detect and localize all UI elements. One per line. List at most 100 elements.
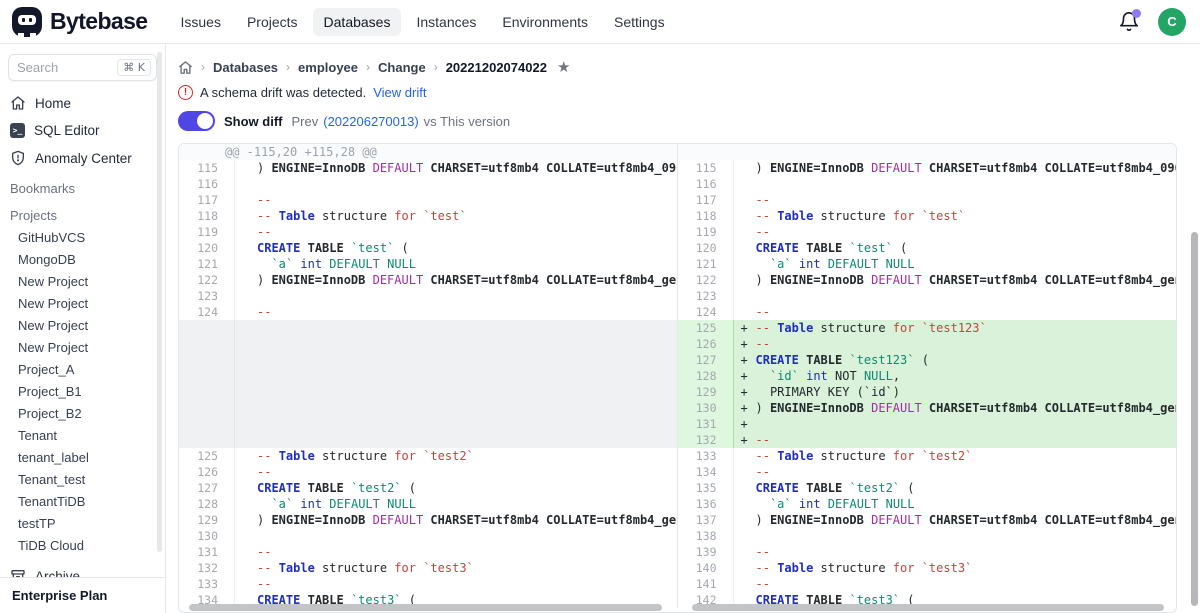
line-number: 121 [179,256,235,272]
search-input[interactable] [17,60,107,75]
top-nav-menu: IssuesProjectsDatabasesInstancesEnvironm… [169,8,675,36]
top-nav-item-issues[interactable]: Issues [169,8,231,36]
diff-line: 129) ENGINE=InnoDB DEFAULT CHARSET=utf8m… [179,512,677,528]
sidebar-item-label: Anomaly Center [35,151,132,166]
user-avatar[interactable]: C [1158,8,1186,36]
sidebar-project-item[interactable]: New Project [0,314,165,336]
sidebar-item-home[interactable]: Home [0,89,165,117]
top-nav-item-projects[interactable]: Projects [236,8,309,36]
sidebar-project-item[interactable]: testTP [0,512,165,534]
breadcrumb-item[interactable]: Change [378,60,426,75]
view-drift-link[interactable]: View drift [373,85,426,100]
sidebar-scroll-area: Home >_ SQL Editor Anomaly Center Bookma… [0,89,165,577]
show-diff-label: Show diff [224,114,283,129]
breadcrumb-item[interactable]: Databases [213,60,278,75]
diff-line: 117-- [179,192,677,208]
notifications-bell[interactable] [1118,11,1140,33]
diff-line: 118-- Table structure for `test` [678,208,1177,224]
line-number: 122 [678,272,734,288]
diff-toolbar: Show diff Prev (202206270013) vs This ve… [178,111,1177,131]
prev-version-link[interactable]: (202206270013) [323,114,418,129]
diff-line: 119-- [678,224,1177,240]
top-nav-item-instances[interactable]: Instances [405,8,487,36]
breadcrumb-item[interactable]: employee [298,60,358,75]
sidebar-project-item[interactable]: New Project [0,336,165,358]
anomaly-center-shield-icon [10,150,26,166]
diff-pane-current: 115) ENGINE=InnoDB DEFAULT CHARSET=utf8m… [678,144,1177,608]
sidebar-item-sql-editor[interactable]: >_ SQL Editor [0,117,165,144]
sidebar-item-archive[interactable]: Archive [0,562,165,577]
sidebar-section-projects: Projects [0,199,165,226]
sidebar-project-item[interactable]: TenantTiDB [0,490,165,512]
bytebase-logo[interactable]: Bytebase [12,7,147,37]
breadcrumb-home-icon[interactable] [178,60,193,75]
sidebar-project-item[interactable]: Tenant_test [0,468,165,490]
diff-line: 123 [678,288,1177,304]
right-pane-hscrollbar[interactable] [692,604,1165,611]
diff-line: 136 `a` int DEFAULT NULL [678,496,1177,512]
diff-line: 116 [678,176,1177,192]
line-number: 115 [678,160,734,176]
diff-line: 133-- Table structure for `test2` [678,448,1177,464]
sidebar-project-item[interactable]: Tenant [0,424,165,446]
line-number: 126 [179,464,235,480]
diff-line: 115) ENGINE=InnoDB DEFAULT CHARSET=utf8m… [678,160,1177,176]
breadcrumb: ›Databases›employee›Change›2022120207402… [178,58,1177,76]
diff-line: 139-- [678,544,1177,560]
line-number: 130 [179,528,235,544]
line-number: 123 [678,288,734,304]
line-number: 117 [678,192,734,208]
line-number: 132 [179,560,235,576]
diff-line: 117-- [678,192,1177,208]
diff-line: 124-- [179,304,677,320]
sidebar-project-item[interactable]: New Project [0,292,165,314]
line-number: 124 [678,304,734,320]
top-nav-item-settings[interactable]: Settings [603,8,676,36]
line-number: 128 [179,496,235,512]
diff-line: 121 `a` int DEFAULT NULL [678,256,1177,272]
diff-line: 120CREATE TABLE `test` ( [678,240,1177,256]
diff-pane-previous: @@ -115,20 +115,28 @@115) ENGINE=InnoDB … [179,144,678,608]
sidebar-project-item[interactable]: Project_A [0,358,165,380]
diff-hunk-header [678,144,1177,160]
sidebar-project-item[interactable]: Project_B2 [0,402,165,424]
top-nav-item-databases[interactable]: Databases [313,8,402,36]
alert-warning-icon: ! [178,85,193,100]
line-number: 118 [179,208,235,224]
line-number: 117 [179,192,235,208]
diff-line: 140-- Table structure for `test3` [678,560,1177,576]
sidebar-project-item[interactable]: GitHubVCS [0,226,165,248]
search-box[interactable]: ⌘ K [8,54,157,81]
left-pane-hscrollbar[interactable] [189,604,662,611]
sidebar-scrollbar[interactable] [157,52,162,552]
diff-line: 133-- [179,576,677,592]
line-number: 127 [179,480,235,496]
archive-icon [10,568,26,577]
diff-added-line: 128+ `id` int NOT NULL, [678,368,1177,384]
diff-added-line: 127+CREATE TABLE `test123` ( [678,352,1177,368]
sidebar-project-item[interactable]: tenant_label [0,446,165,468]
sidebar-project-item[interactable]: Project_B1 [0,380,165,402]
sidebar-item-label: Archive [35,569,80,578]
diff-added-line: 131+ [678,416,1177,432]
diff-hunk-header: @@ -115,20 +115,28 @@ [179,144,677,160]
notification-dot [1132,9,1141,18]
diff-line: 130 [179,528,677,544]
line-number: 133 [179,576,235,592]
diff-line: 121 `a` int DEFAULT NULL [179,256,677,272]
diff-added-line: 129+ PRIMARY KEY (`id`) [678,384,1177,400]
page-vscrollbar[interactable] [1191,232,1198,606]
line-number: 123 [179,288,235,304]
sidebar-item-anomaly-center[interactable]: Anomaly Center [0,144,165,172]
drift-message: A schema drift was detected. [200,85,366,100]
diff-line: 120CREATE TABLE `test` ( [179,240,677,256]
top-nav-item-environments[interactable]: Environments [491,8,599,36]
home-icon [10,95,26,111]
breadcrumb-item[interactable]: 20221202074022 [446,60,547,75]
show-diff-toggle[interactable] [178,111,215,131]
sidebar-project-item[interactable]: MongoDB [0,248,165,270]
line-number: 140 [678,560,734,576]
sidebar-project-item[interactable]: TiDB Cloud [0,534,165,556]
sidebar-project-item[interactable]: New Project [0,270,165,292]
bookmark-star-icon[interactable]: ★ [557,58,570,76]
